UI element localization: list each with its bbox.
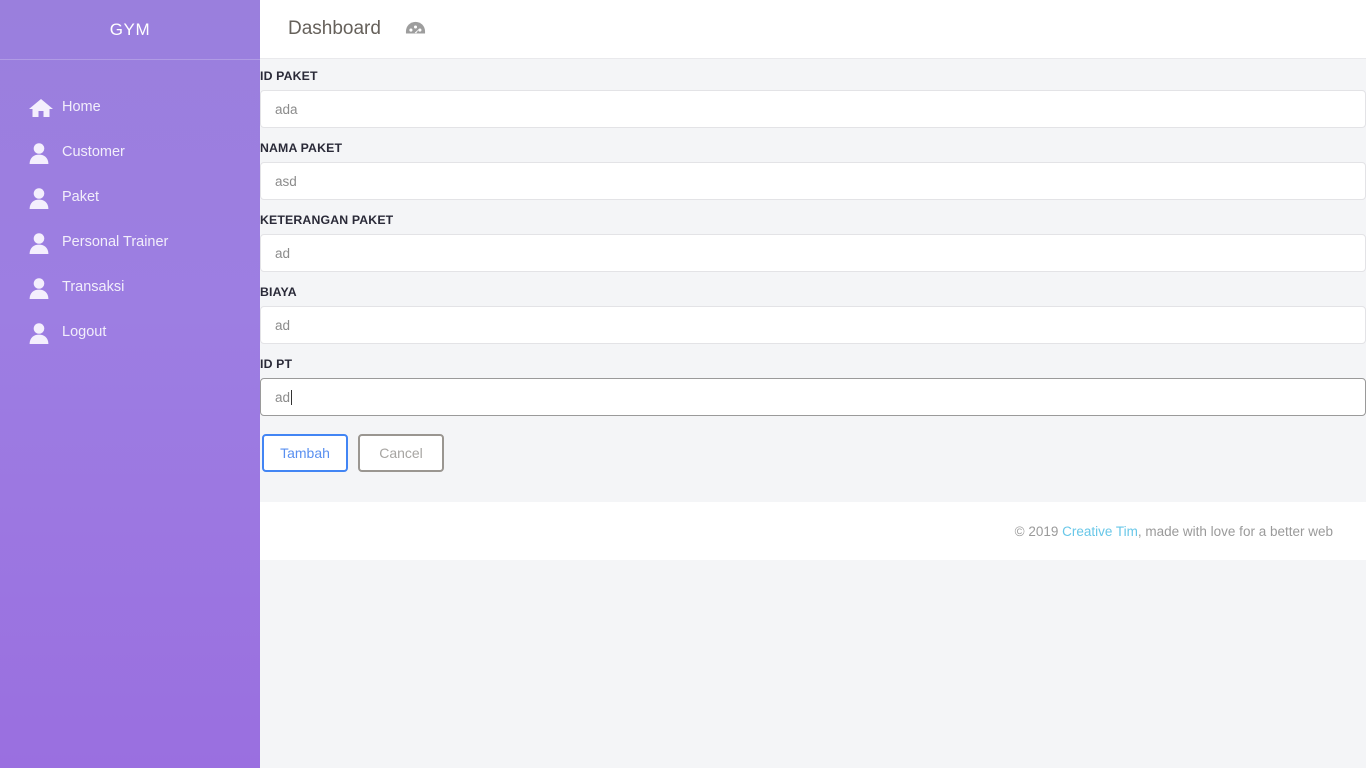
sidebar-item-label: Customer [62, 144, 125, 161]
sidebar-item-label: Transaksi [62, 279, 125, 296]
field-label-biaya: BIAYA [260, 285, 297, 299]
sidebar-brand-label: GYM [109, 19, 151, 39]
text-caret [291, 389, 293, 405]
tambah-button[interactable]: Tambah [262, 434, 348, 472]
sidebar-brand[interactable]: GYM [0, 0, 260, 60]
creative-tim-link[interactable]: Creative Tim [1062, 524, 1138, 539]
cancel-button[interactable]: Cancel [358, 434, 444, 472]
sidebar-item-logout[interactable]: Logout [0, 310, 260, 355]
field-label-id-paket: ID PAKET [260, 69, 318, 83]
field-label-id-pt: ID PT [260, 357, 293, 371]
sidebar-item-paket[interactable]: Paket [0, 175, 260, 220]
nama-paket-value: asd [275, 173, 297, 189]
nama-paket-input[interactable]: asd [260, 162, 1366, 200]
form-button-row: Tambah Cancel [260, 422, 1366, 486]
biaya-input[interactable]: ad [260, 306, 1366, 344]
footer-text: © 2019 Creative Tim, made with love for … [1015, 524, 1333, 539]
field-label-nama-paket: NAMA PAKET [260, 141, 343, 155]
biaya-value: ad [275, 317, 291, 333]
footer-copyright: © 2019 [1014, 523, 1063, 539]
sidebar-item-label: Personal Trainer [62, 234, 169, 251]
sidebar-item-label: Paket [62, 189, 100, 206]
id-paket-input[interactable]: ada [260, 90, 1366, 128]
footer: © 2019 Creative Tim, made with love for … [260, 502, 1366, 560]
field-label-keterangan-paket: KETERANGAN PAKET [260, 213, 394, 227]
footer-tail: , made with love for a better web [1137, 523, 1333, 539]
home-icon [28, 93, 62, 123]
paket-form: ID PAKET ada NAMA PAKET asd KETERANGAN P… [260, 59, 1366, 486]
sidebar-item-personal-trainer[interactable]: Personal Trainer [0, 220, 260, 265]
id-pt-input[interactable]: ad [260, 378, 1366, 416]
id-paket-value: ada [275, 101, 298, 117]
keterangan-paket-input[interactable]: ad [260, 234, 1366, 272]
topbar: Dashboard [260, 0, 1366, 59]
page-title: Dashboard [288, 18, 381, 39]
user-icon [28, 273, 62, 303]
id-pt-value: ad [275, 389, 291, 405]
user-icon [28, 228, 62, 258]
user-icon [28, 318, 62, 348]
keterangan-paket-value: ad [275, 245, 291, 261]
cancel-button-label: Cancel [379, 445, 423, 461]
sidebar-item-home[interactable]: Home [0, 85, 260, 130]
tachometer-dashboard-icon[interactable] [405, 19, 426, 40]
tambah-button-label: Tambah [280, 445, 330, 461]
app-root: GYM Home Customer Paket Personal Trainer… [0, 0, 1366, 768]
sidebar-nav: Home Customer Paket Personal Trainer Tra… [0, 60, 260, 355]
main-content: Dashboard ID PAKET ada NAMA PAKET asd KE… [260, 0, 1366, 768]
sidebar-item-label: Logout [62, 324, 107, 341]
user-icon [28, 138, 62, 168]
sidebar: GYM Home Customer Paket Personal Trainer… [0, 0, 260, 768]
user-icon [28, 183, 62, 213]
sidebar-item-transaksi[interactable]: Transaksi [0, 265, 260, 310]
sidebar-item-label: Home [62, 99, 101, 116]
sidebar-item-customer[interactable]: Customer [0, 130, 260, 175]
